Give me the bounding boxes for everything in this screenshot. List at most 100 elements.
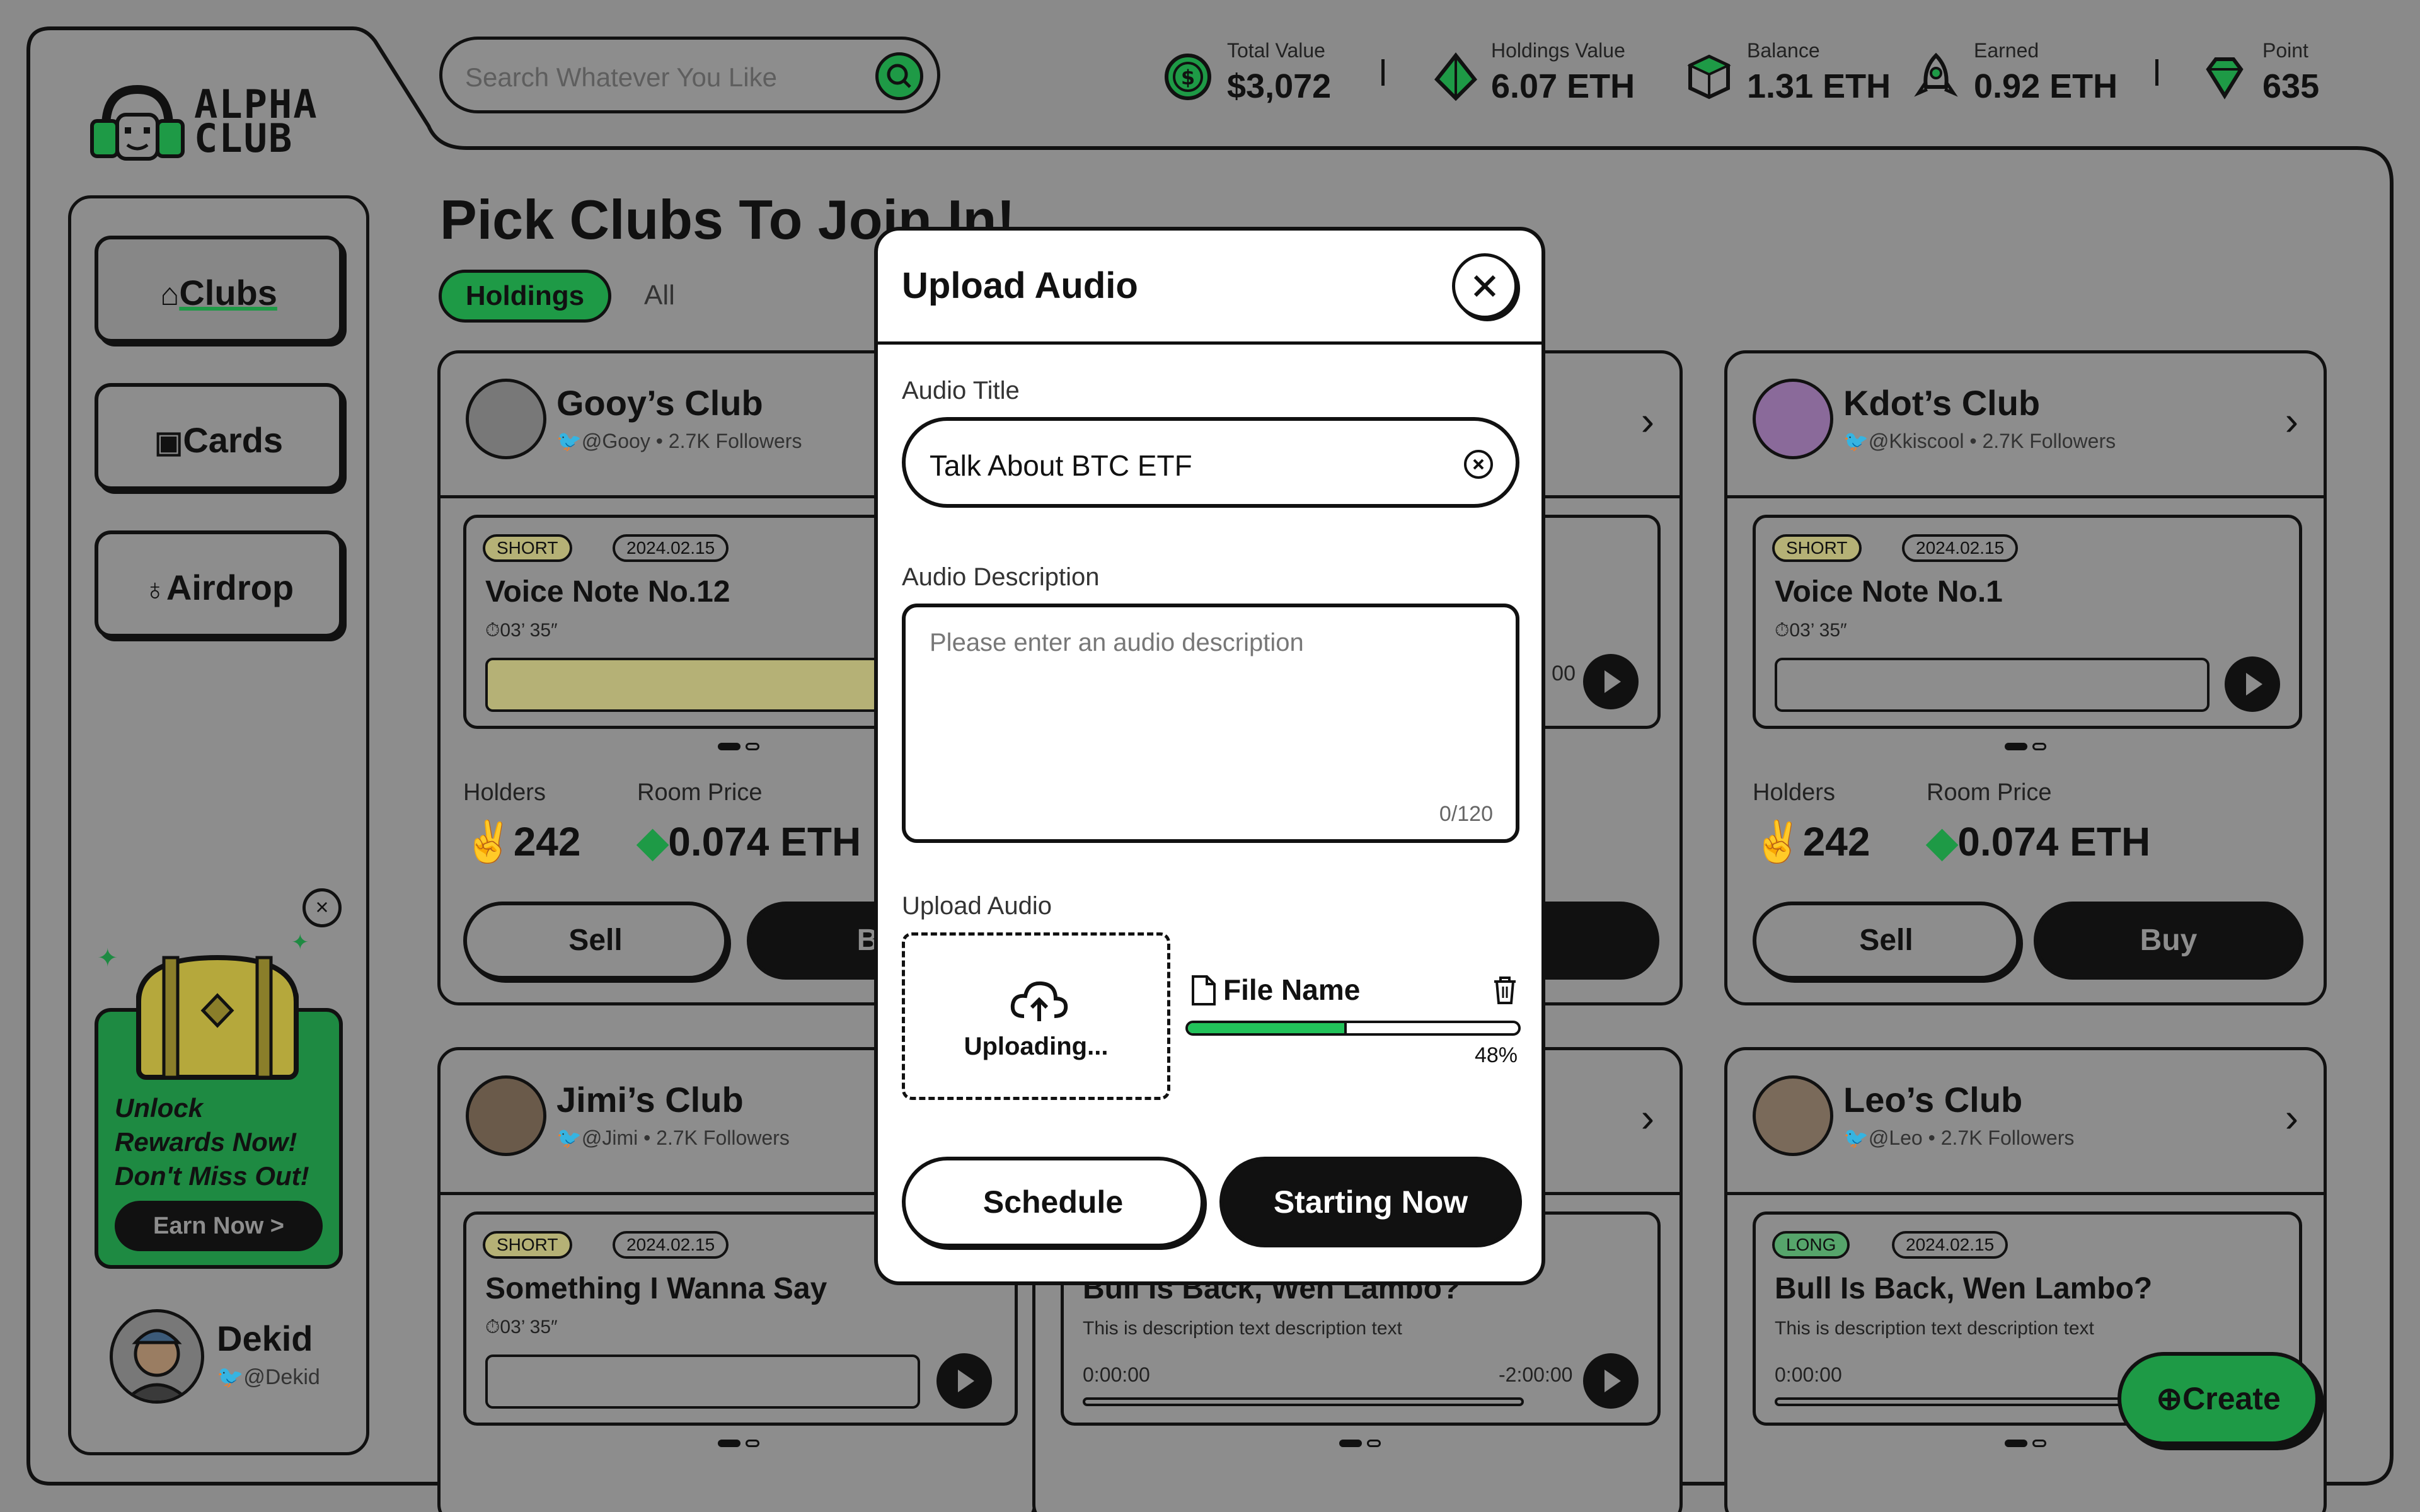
holders-label: Holders: [1753, 779, 1835, 806]
duration: ⏱03’ 35″: [485, 620, 558, 641]
player-time-start: 0:00:00: [1775, 1363, 1842, 1386]
earn-now-button[interactable]: Earn Now >: [115, 1201, 323, 1251]
upload-progress-percent: 48%: [1474, 1043, 1518, 1067]
audio-title-input[interactable]: Talk About BTC ETF: [902, 417, 1519, 508]
club-card-header[interactable]: Kdot’s Club 🐦@Kkiscool • 2.7K Followers …: [1727, 353, 2324, 498]
home-icon: ⌂: [160, 277, 180, 312]
search-icon: [887, 64, 911, 88]
chevron-right-icon[interactable]: ›: [2285, 1094, 2298, 1141]
audio-waveform[interactable]: [1775, 658, 2210, 712]
tag-short: SHORT: [1772, 534, 1862, 562]
sidebar-item-airdrop[interactable]: ♁Airdrop: [95, 530, 343, 638]
sparkle-icon: ✦: [291, 931, 309, 954]
buy-button[interactable]: Buy: [2034, 902, 2303, 980]
progress-bar[interactable]: [1775, 1397, 2165, 1406]
stat-label: Total Value: [1227, 39, 1325, 62]
tab-holdings[interactable]: Holdings: [439, 270, 611, 323]
tab-all[interactable]: All: [644, 280, 675, 311]
carousel-dots[interactable]: [2005, 1440, 2046, 1447]
player-time-start: 0:00:00: [1083, 1363, 1150, 1386]
tag-short: SHORT: [483, 1231, 572, 1259]
create-button[interactable]: ⊕Create: [2118, 1352, 2319, 1445]
sidebar-item-label: ▣Cards: [154, 420, 284, 460]
voice-note-description: This is description text description tex…: [1083, 1318, 1402, 1339]
twitter-icon: 🐦: [1843, 1126, 1869, 1149]
stat-earned: Earned 0.92 ETH: [1911, 39, 2119, 108]
cube-icon: [1687, 54, 1731, 100]
chevron-right-icon[interactable]: ›: [2285, 398, 2298, 444]
search-placeholder: Search Whatever You Like: [465, 62, 777, 92]
date-badge: 2024.02.15: [1902, 534, 2019, 562]
avatar: [466, 1075, 546, 1156]
stat-value: 6.07 ETH: [1491, 67, 1635, 105]
carousel-dots[interactable]: [718, 1440, 759, 1447]
file-name: File Name: [1223, 973, 1361, 1006]
upload-progress-bar: [1185, 1021, 1521, 1036]
hand-icon: ✌: [463, 819, 514, 864]
close-icon: [1473, 275, 1496, 297]
voice-note-card[interactable]: SHORT 2024.02.15 Voice Note No.12 ⏱03’ 3…: [463, 515, 920, 729]
stat-label: Point: [2262, 39, 2308, 62]
character-count: 0/120: [1439, 802, 1493, 826]
sparkle-icon: ✦: [97, 944, 118, 972]
carousel-dots[interactable]: [2005, 743, 2046, 750]
sidebar-item-label: ♁Airdrop: [143, 568, 294, 607]
player-time: 00: [1552, 662, 1576, 685]
sidebar-item-cards[interactable]: ▣Cards: [95, 383, 343, 490]
play-button[interactable]: [936, 1353, 992, 1409]
club-name: Gooy’s Club: [556, 383, 763, 423]
schedule-button[interactable]: Schedule: [902, 1157, 1204, 1247]
tag-long: LONG: [1772, 1231, 1850, 1259]
room-price: ◆0.074 ETH: [637, 819, 861, 864]
dollar-coin-icon: $: [1165, 54, 1211, 100]
user-name: Dekid: [217, 1319, 313, 1358]
voice-note-card[interactable]: SHORT 2024.02.15 Voice Note No.1 ⏱03’ 35…: [1753, 515, 2302, 729]
starting-now-button[interactable]: Starting Now: [1219, 1157, 1522, 1247]
carousel-dots[interactable]: [718, 743, 759, 750]
audio-title-value: Talk About BTC ETF: [930, 449, 1192, 482]
clear-input-icon[interactable]: [1464, 450, 1493, 479]
user-avatar-icon: [124, 1329, 190, 1400]
tag-short: SHORT: [483, 534, 572, 562]
club-handle: 🐦@Kkiscool • 2.7K Followers: [1843, 430, 2116, 452]
audio-title-label: Audio Title: [902, 377, 1020, 404]
chevron-right-icon[interactable]: ›: [1641, 1094, 1654, 1141]
avatar: [466, 379, 546, 459]
avatar: [1753, 379, 1833, 459]
sell-button[interactable]: Sell: [463, 902, 728, 980]
club-handle: 🐦@Jimi • 2.7K Followers: [556, 1126, 790, 1149]
audio-waveform[interactable]: [485, 1354, 920, 1409]
play-button[interactable]: [2225, 656, 2280, 712]
balloon-icon: ♁: [143, 573, 166, 607]
close-button[interactable]: [1452, 253, 1518, 319]
sell-button[interactable]: Sell: [1753, 902, 2020, 980]
search-button[interactable]: [875, 52, 923, 100]
player-time-end: -2:00:00: [1499, 1363, 1573, 1386]
trash-icon[interactable]: [1490, 974, 1519, 1005]
cloud-upload-icon: [1010, 981, 1068, 1021]
progress-bar[interactable]: [1083, 1397, 1524, 1406]
sidebar-item-clubs[interactable]: ⌂Clubs: [95, 236, 343, 343]
stat-balance: Balance 1.31 ETH: [1684, 39, 1891, 108]
club-card[interactable]: Kdot’s Club 🐦@Kkiscool • 2.7K Followers …: [1724, 350, 2327, 1005]
play-button[interactable]: [1583, 654, 1639, 709]
description-placeholder: Please enter an audio description: [930, 629, 1304, 656]
rocket-icon: [1914, 52, 1958, 97]
audio-description-textarea[interactable]: Please enter an audio description 0/120: [902, 604, 1519, 843]
search-bar[interactable]: Search Whatever You Like: [439, 37, 940, 113]
cards-icon: ▣: [154, 426, 183, 459]
promo-close-icon[interactable]: ×: [302, 888, 342, 927]
club-card-header[interactable]: Leo’s Club 🐦@Leo • 2.7K Followers ›: [1727, 1050, 2324, 1195]
chevron-right-icon[interactable]: ›: [1641, 398, 1654, 444]
carousel-dots[interactable]: [1339, 1440, 1381, 1447]
voice-note-title: Voice Note No.1: [1775, 575, 2003, 609]
play-button[interactable]: [1583, 1353, 1639, 1409]
date-badge: 2024.02.15: [613, 534, 729, 562]
stat-label: Balance: [1747, 39, 1820, 62]
hand-icon: ✌: [1753, 819, 1803, 864]
upload-dropzone[interactable]: Uploading...: [902, 932, 1170, 1100]
audio-waveform[interactable]: [485, 658, 920, 712]
room-price: ◆0.074 ETH: [1927, 819, 2151, 864]
avatar[interactable]: [110, 1309, 204, 1404]
ethereum-icon: ◆: [1927, 819, 1958, 864]
